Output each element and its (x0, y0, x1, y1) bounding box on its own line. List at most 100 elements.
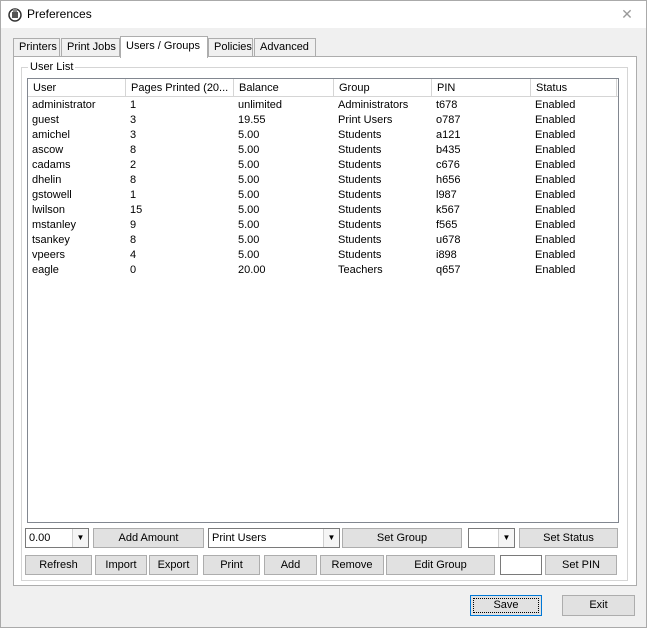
edit-group-button[interactable]: Edit Group (386, 555, 495, 575)
chevron-down-icon[interactable]: ▼ (498, 529, 514, 547)
cell-pages-printed: 8 (130, 144, 137, 156)
cell-status: Enabled (535, 129, 576, 141)
column-header-user[interactable]: User (28, 79, 126, 97)
table-row[interactable]: gstowell 1 5.00 Students l987 Enabled (28, 188, 618, 203)
cell-user: lwilson (32, 204, 66, 216)
cell-pin: h656 (436, 174, 461, 186)
table-header: User Pages Printed (20... Balance Group … (28, 79, 618, 97)
column-header-status[interactable]: Status (531, 79, 617, 97)
tab-users-groups[interactable]: Users / Groups (120, 36, 208, 58)
cell-pin: f565 (436, 219, 458, 231)
cell-pages-printed: 2 (130, 159, 137, 171)
add-user-button[interactable]: Add (264, 555, 317, 575)
cell-balance: 5.00 (238, 249, 260, 261)
cell-user: eagle (32, 264, 59, 276)
cell-status: Enabled (535, 114, 576, 126)
cell-pages-printed: 3 (130, 129, 137, 141)
title-bar[interactable]: Preferences ✕ (1, 1, 646, 28)
cell-pages-printed: 4 (130, 249, 137, 261)
chevron-down-icon[interactable]: ▼ (323, 529, 339, 547)
import-button[interactable]: Import (95, 555, 147, 575)
cell-pin: u678 (436, 234, 461, 246)
cell-group: Students (338, 144, 382, 156)
cell-group: Students (338, 129, 382, 141)
cell-group: Students (338, 174, 382, 186)
tab-print-jobs[interactable]: Print Jobs (61, 38, 120, 57)
amount-combo[interactable]: 0.00 ▼ (25, 528, 89, 548)
cell-pin: i898 (436, 249, 457, 261)
column-header-pages-printed[interactable]: Pages Printed (20... (126, 79, 234, 97)
set-status-button[interactable]: Set Status (519, 528, 618, 548)
pin-input[interactable] (500, 555, 542, 575)
cell-status: Enabled (535, 144, 576, 156)
exit-button[interactable]: Exit (562, 595, 635, 616)
cell-group: Students (338, 249, 382, 261)
cell-status: Enabled (535, 219, 576, 231)
cell-group: Students (338, 204, 382, 216)
table-row[interactable]: vpeers 4 5.00 Students i898 Enabled (28, 248, 618, 263)
table-row[interactable]: lwilson 15 5.00 Students k567 Enabled (28, 203, 618, 218)
cell-status: Enabled (535, 234, 576, 246)
cell-pin: a121 (436, 129, 461, 141)
cell-status: Enabled (535, 189, 576, 201)
table-body: administrator 1 unlimited Administrators t67… (28, 98, 618, 278)
cell-pages-printed: 15 (130, 204, 143, 216)
set-pin-button[interactable]: Set PIN (545, 555, 617, 575)
cell-group: Students (338, 219, 382, 231)
refresh-button[interactable]: Refresh (25, 555, 92, 575)
add-amount-button[interactable]: Add Amount (93, 528, 204, 548)
window-title: Preferences (27, 7, 92, 21)
group-value: Print Users (212, 532, 267, 544)
table-row[interactable]: mstanley 9 5.00 Students f565 Enabled (28, 218, 618, 233)
close-icon[interactable]: ✕ (618, 5, 636, 23)
table-row[interactable]: amichel 3 5.00 Students a121 Enabled (28, 128, 618, 143)
cell-group: Students (338, 234, 382, 246)
table-row[interactable]: administrator 1 unlimited Administrators t67… (28, 98, 618, 113)
cell-balance: 5.00 (238, 219, 260, 231)
remove-user-button[interactable]: Remove (320, 555, 384, 575)
status-combo[interactable]: ▼ (468, 528, 515, 548)
cell-group: Students (338, 159, 382, 171)
user-list-table[interactable]: User Pages Printed (20... Balance Group … (27, 78, 619, 523)
cell-status: Enabled (535, 264, 576, 276)
table-row[interactable]: cadams 2 5.00 Students c676 Enabled (28, 158, 618, 173)
cell-balance: 5.00 (238, 189, 260, 201)
table-row[interactable]: tsankey 8 5.00 Students u678 Enabled (28, 233, 618, 248)
cell-status: Enabled (535, 174, 576, 186)
user-list-label: User List (28, 61, 76, 73)
table-row[interactable]: dhelin 8 5.00 Students h656 Enabled (28, 173, 618, 188)
save-button[interactable]: Save (470, 595, 542, 616)
cell-status: Enabled (535, 249, 576, 261)
table-row[interactable]: ascow 8 5.00 Students b435 Enabled (28, 143, 618, 158)
chevron-down-icon[interactable]: ▼ (72, 529, 88, 547)
cell-pages-printed: 3 (130, 114, 137, 126)
cell-balance: 19.55 (238, 114, 266, 126)
tab-policies[interactable]: Policies (208, 38, 253, 57)
table-row[interactable]: guest 3 19.55 Print Users o787 Enabled (28, 113, 618, 128)
column-header-pin[interactable]: PIN (432, 79, 531, 97)
cell-group: Print Users (338, 114, 393, 126)
print-button[interactable]: Print (203, 555, 260, 575)
group-combo[interactable]: Print Users ▼ (208, 528, 340, 548)
cell-group: Students (338, 189, 382, 201)
column-header-group[interactable]: Group (334, 79, 432, 97)
printer-gear-icon (8, 8, 22, 22)
cell-pin: c676 (436, 159, 460, 171)
cell-user: gstowell (32, 189, 72, 201)
cell-pages-printed: 1 (130, 189, 137, 201)
cell-balance: 5.00 (238, 204, 260, 216)
tab-printers[interactable]: Printers (13, 38, 60, 57)
cell-status: Enabled (535, 159, 576, 171)
cell-user: vpeers (32, 249, 66, 261)
cell-balance: unlimited (238, 99, 283, 111)
cell-status: Enabled (535, 99, 576, 111)
table-row[interactable]: eagle 0 20.00 Teachers q657 Enabled (28, 263, 618, 278)
cell-group: Teachers (338, 264, 383, 276)
column-header-balance[interactable]: Balance (234, 79, 334, 97)
tab-advanced[interactable]: Advanced (254, 38, 316, 57)
cell-pages-printed: 9 (130, 219, 137, 231)
preferences-window: Preferences ✕ Printers Print Jobs Users … (0, 0, 647, 628)
set-group-button[interactable]: Set Group (342, 528, 462, 548)
cell-balance: 5.00 (238, 174, 260, 186)
export-button[interactable]: Export (149, 555, 198, 575)
